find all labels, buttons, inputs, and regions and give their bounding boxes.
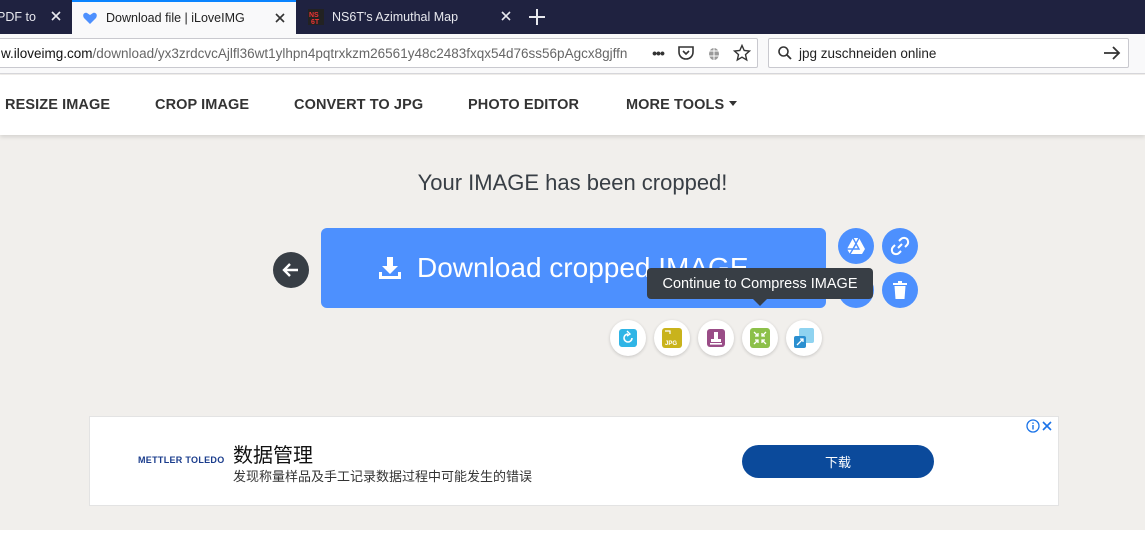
search-go-arrow-icon[interactable] — [1102, 43, 1122, 68]
tab-strip: PDF to P Download file | iLoveIMG NS6T N… — [0, 0, 1145, 34]
site-nav: RESIZE IMAGE CROP IMAGE CONVERT TO JPG P… — [0, 75, 1145, 135]
google-drive-button[interactable] — [838, 228, 874, 264]
resize-tool-button[interactable] — [786, 320, 822, 356]
ad-title[interactable]: 数据管理 — [233, 439, 313, 468]
convert-to-jpg-tool-button[interactable]: JPG — [654, 320, 690, 356]
close-icon[interactable] — [272, 10, 288, 26]
svg-text:NS: NS — [309, 12, 319, 19]
navigation-bar: w.iloveimg.com/download/yx3zrdcvcAjlfl36… — [0, 34, 1145, 74]
bug-icon[interactable] — [703, 42, 725, 64]
tooltip-continue-compress: Continue to Compress IMAGE — [647, 268, 873, 306]
url-path: /download/yx3zrdcvcAjlfl36wt1ylhpn4pqtrx… — [92, 46, 628, 61]
search-icon — [777, 45, 793, 66]
nav-convert-to-jpg[interactable]: CONVERT TO JPG — [294, 97, 423, 113]
back-button[interactable] — [273, 252, 309, 288]
url-bar[interactable]: w.iloveimg.com/download/yx3zrdcvcAjlfl36… — [0, 38, 758, 68]
tab-azimuthal-map[interactable]: NS 6T NS6T's Azimuthal Map — [298, 0, 522, 34]
svg-text:JPG: JPG — [665, 341, 677, 347]
advertiser-logo: METTLER TOLEDO — [138, 455, 225, 465]
google-drive-icon — [847, 237, 865, 255]
compress-tool-button[interactable] — [742, 320, 778, 356]
ad-download-button[interactable]: 下载 — [742, 445, 934, 478]
resize-icon — [794, 328, 814, 348]
page-footer-band — [0, 530, 1145, 547]
page-title: Your IMAGE has been cropped! — [417, 170, 728, 195]
nav-more-tools[interactable]: MORE TOOLS — [626, 97, 738, 113]
tab-title: NS6T's Azimuthal Map — [332, 10, 459, 24]
advertisement-banner[interactable]: METTLER TOLEDO 数据管理 发现称量样品及手工记录数据过程中可能发生… — [89, 416, 1059, 506]
ad-info-icon[interactable] — [1026, 419, 1040, 438]
search-input[interactable]: jpg zuschneiden online — [799, 46, 936, 61]
svg-text:6T: 6T — [311, 19, 320, 25]
tab-title: PDF to P — [0, 10, 37, 24]
arrow-left-icon — [282, 263, 298, 277]
url-host: w.iloveimg.com — [1, 46, 93, 61]
url-text[interactable]: w.iloveimg.com/download/yx3zrdcvcAjlfl36… — [1, 46, 641, 61]
share-link-button[interactable] — [882, 228, 918, 264]
link-icon — [890, 236, 910, 256]
nav-more-tools-label: MORE TOOLS — [626, 97, 725, 113]
nav-resize-image[interactable]: RESIZE IMAGE — [5, 97, 110, 113]
pocket-icon[interactable] — [675, 42, 697, 64]
trash-icon — [893, 281, 907, 299]
heart-icon — [82, 10, 98, 26]
caret-down-icon — [729, 101, 738, 106]
rotate-icon — [619, 329, 637, 347]
rotate-tool-button[interactable] — [610, 320, 646, 356]
close-icon[interactable] — [498, 8, 514, 24]
tab-download-file[interactable]: Download file | iLoveIMG — [72, 0, 296, 34]
tab-title: Download file | iLoveIMG — [106, 11, 245, 25]
tab-pdf[interactable]: PDF to P — [0, 0, 72, 34]
close-icon[interactable] — [48, 8, 64, 24]
delete-button[interactable] — [882, 272, 918, 308]
nav-photo-editor[interactable]: PHOTO EDITOR — [468, 97, 579, 113]
ns6t-favicon-icon: NS 6T — [308, 9, 324, 26]
bookmark-star-icon[interactable] — [731, 42, 753, 64]
stamp-icon — [707, 329, 725, 347]
url-actions: ••• — [647, 42, 753, 64]
nav-crop-image[interactable]: CROP IMAGE — [155, 97, 249, 113]
download-icon — [379, 257, 401, 279]
search-bar[interactable]: jpg zuschneiden online — [768, 38, 1129, 68]
new-tab-icon[interactable] — [526, 6, 548, 28]
page-actions-label: ••• — [652, 45, 665, 61]
jpg-icon: JPG — [662, 328, 682, 348]
ad-description: 发现称量样品及手工记录数据过程中可能发生的错误 — [233, 470, 533, 485]
compress-icon — [750, 328, 770, 348]
watermark-tool-button[interactable] — [698, 320, 734, 356]
ad-close-icon[interactable] — [1040, 419, 1054, 438]
page-actions-icon[interactable]: ••• — [647, 42, 669, 64]
